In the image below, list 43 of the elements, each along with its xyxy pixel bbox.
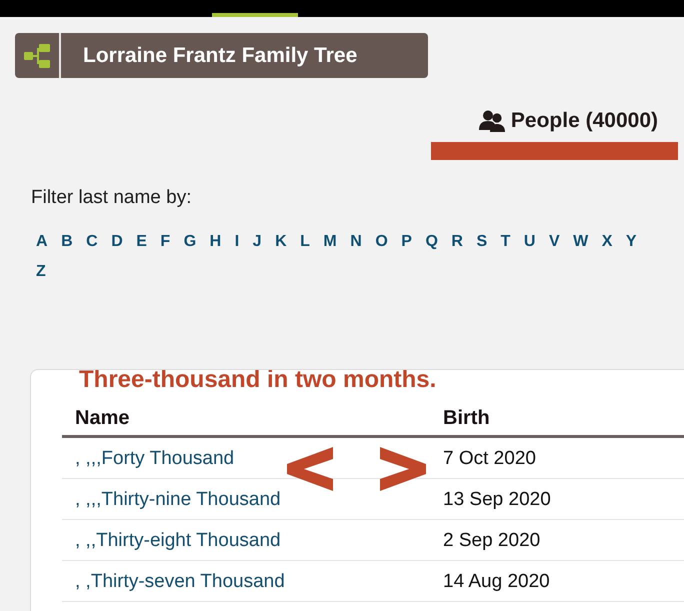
family-tree-title: Lorraine Frantz Family Tree xyxy=(83,42,358,68)
letter-link[interactable]: W xyxy=(573,231,588,253)
people-icon xyxy=(478,110,505,132)
letter-link[interactable]: G xyxy=(184,231,196,253)
left-chevron-icon xyxy=(287,447,333,491)
letter-link[interactable]: F xyxy=(160,231,170,253)
tree-icon xyxy=(24,44,50,68)
letter-link[interactable]: N xyxy=(350,231,362,253)
letter-link[interactable]: D xyxy=(111,231,123,253)
birth-date: 7 Oct 2020 xyxy=(443,448,536,469)
name-column-header: Name xyxy=(74,406,130,431)
letter-link[interactable]: L xyxy=(300,231,310,253)
letter-link[interactable]: C xyxy=(86,231,98,253)
filter-label: Filter last name by: xyxy=(31,187,192,209)
letter-link[interactable]: P xyxy=(401,231,412,253)
birth-date: 14 Aug 2020 xyxy=(443,571,550,592)
person-link[interactable]: , ,,,Forty Thousand xyxy=(75,448,234,469)
person-link[interactable]: , ,,,Thirty-nine Thousand xyxy=(75,489,281,510)
letter-link[interactable]: Z xyxy=(36,261,46,283)
birth-date: 2 Sep 2020 xyxy=(443,530,540,551)
letter-link[interactable]: J xyxy=(252,231,262,253)
letter-link[interactable]: M xyxy=(323,231,337,253)
birth-column-header: Birth xyxy=(442,406,491,431)
letter-link[interactable]: Y xyxy=(626,231,637,253)
letter-link[interactable]: O xyxy=(375,231,388,253)
letter-link[interactable]: V xyxy=(548,231,560,253)
letter-link[interactable]: T xyxy=(500,231,510,253)
letter-link[interactable]: I xyxy=(234,231,240,253)
person-link[interactable]: , ,Thirty-seven Thousand xyxy=(75,571,285,592)
person-link[interactable]: , ,,Thirty-eight Thousand xyxy=(75,530,281,551)
letter-link[interactable]: X xyxy=(602,231,612,253)
letter-link[interactable]: R xyxy=(451,231,463,253)
birth-date: 13 Sep 2020 xyxy=(443,489,551,510)
letter-link[interactable]: Q xyxy=(425,231,438,253)
letter-link[interactable]: K xyxy=(275,231,287,253)
people-tab[interactable]: People (40000) xyxy=(478,107,658,135)
right-chevron-icon xyxy=(380,447,426,491)
letter-link[interactable]: S xyxy=(476,231,488,253)
letter-link[interactable]: U xyxy=(524,231,536,253)
letter-link[interactable]: E xyxy=(136,231,147,253)
letter-link[interactable]: A xyxy=(36,231,48,253)
letter-link[interactable]: H xyxy=(210,231,222,253)
letter-link[interactable]: B xyxy=(61,231,73,253)
